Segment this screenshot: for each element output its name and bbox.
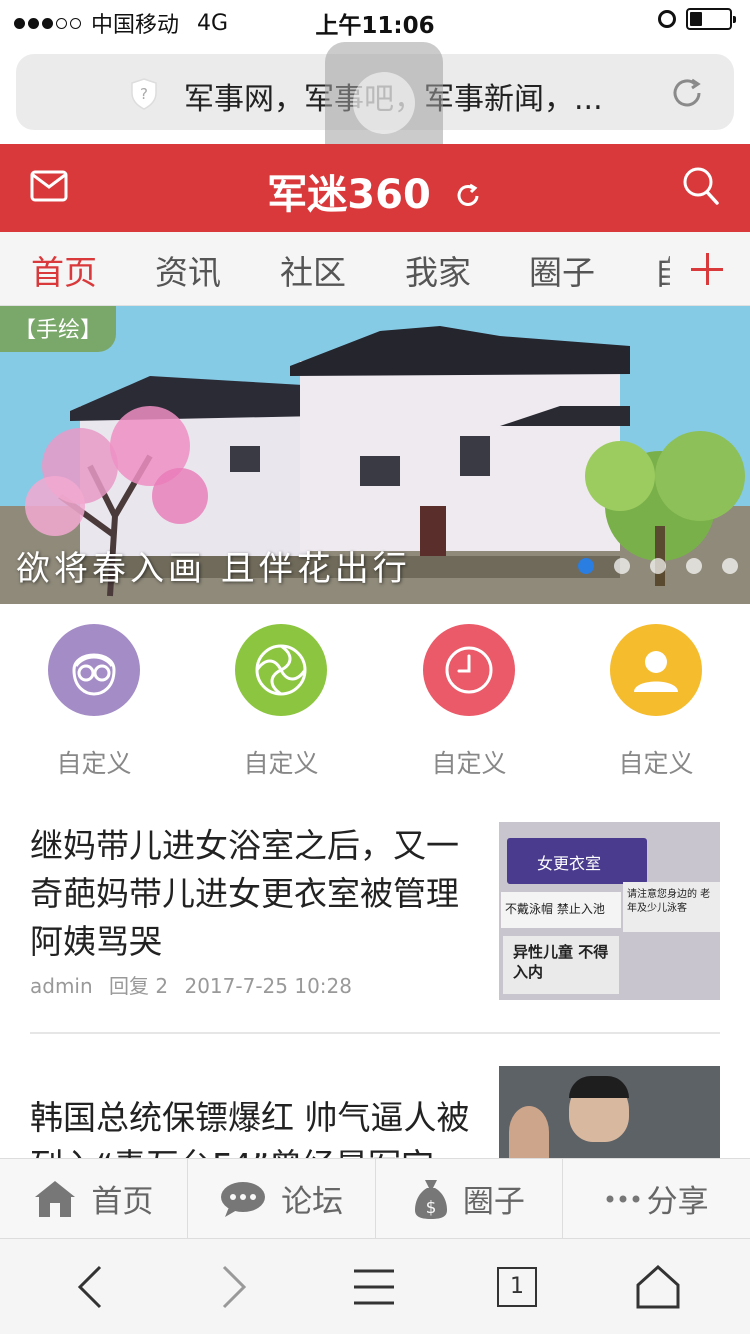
- refresh-icon[interactable]: [453, 181, 483, 211]
- browser-toolbar: 1: [0, 1238, 750, 1334]
- svg-text:$: $: [425, 1198, 436, 1218]
- add-tab-button[interactable]: [670, 232, 750, 305]
- home-icon: [35, 1180, 76, 1217]
- home-icon[interactable]: [634, 1265, 682, 1309]
- article-item[interactable]: 继妈带儿进女浴室之后，又一奇葩妈带儿进女更衣室被管理阿姨骂哭 admin 回复 …: [30, 822, 720, 1022]
- nav-home[interactable]: 首页: [0, 1159, 188, 1238]
- shortcut-label: 自定义: [243, 749, 319, 778]
- more-dots-icon: [606, 1195, 640, 1202]
- article-thumbnail[interactable]: [499, 1066, 720, 1158]
- article-author: admin: [30, 974, 93, 998]
- reload-icon[interactable]: [668, 74, 706, 112]
- carousel-dot[interactable]: [650, 558, 666, 574]
- shortcut-item[interactable]: 自定义: [399, 624, 539, 780]
- banner-caption: 欲将春入画 且伴花出行: [16, 549, 411, 589]
- sign-right: 请注意您身边的 老年及少儿泳客: [623, 882, 720, 932]
- app-bottom-nav: 首页 论坛 $ 圈子 分享: [0, 1158, 750, 1238]
- category-tabs: 首页 资讯 社区 我家 圈子 自: [0, 232, 750, 306]
- app-title-text: 军迷360: [267, 172, 431, 218]
- app-title: 军迷360: [0, 162, 750, 220]
- tab-news[interactable]: 资讯: [155, 246, 221, 294]
- app-header: 军迷360: [0, 144, 750, 232]
- status-bar: 中国移动 4G 上午11:06: [0, 0, 750, 42]
- person-glasses-icon[interactable]: [48, 624, 140, 716]
- divider: [30, 1032, 720, 1034]
- article-replies: 回复 2: [109, 974, 169, 998]
- nav-circle-label: 圈子: [462, 1184, 525, 1220]
- tab-home[interactable]: 首页: [31, 246, 97, 294]
- spiral-icon[interactable]: [235, 624, 327, 716]
- alarm-icon: [658, 10, 676, 28]
- banner-tag: 【手绘】: [0, 306, 117, 352]
- carousel-dot[interactable]: [614, 558, 630, 574]
- status-time: 上午11:06: [315, 13, 435, 39]
- article-item[interactable]: 韩国总统保镖爆红 帅气逼人被列入“青瓦台F4”曾经是军宫: [30, 1066, 720, 1158]
- article-thumbnail[interactable]: 女更衣室 不戴泳帽 禁止入池 请注意您身边的 老年及少儿泳客 异性儿童 不得入内: [499, 822, 720, 1000]
- shortcut-label: 自定义: [56, 749, 132, 778]
- sign-top: 女更衣室: [507, 838, 647, 884]
- tabs-icon[interactable]: 1: [497, 1267, 537, 1307]
- banner-carousel[interactable]: 【手绘】 欲将春入画 且伴花出行: [0, 306, 750, 604]
- nav-circle[interactable]: $ 圈子: [376, 1159, 564, 1238]
- money-bag-icon: $: [414, 1179, 447, 1219]
- menu-icon[interactable]: [350, 1265, 398, 1309]
- shortcut-item[interactable]: 自定义: [24, 624, 164, 780]
- back-icon[interactable]: [66, 1265, 114, 1309]
- carousel-dot[interactable]: [578, 558, 594, 574]
- article-date: 2017-7-25 10:28: [184, 974, 352, 998]
- shortcut-label: 自定义: [431, 749, 507, 778]
- chat-bubble-icon: [221, 1181, 266, 1217]
- carousel-indicator: [578, 558, 738, 574]
- carousel-dot[interactable]: [686, 558, 702, 574]
- clock-icon[interactable]: [423, 624, 515, 716]
- shortcut-grid: 自定义 自定义 自定义 自定义: [0, 604, 750, 800]
- status-right: [658, 8, 736, 30]
- tab-circle[interactable]: 圈子: [529, 246, 595, 294]
- article-title[interactable]: 继妈带儿进女浴室之后，又一奇葩妈带儿进女更衣室被管理阿姨骂哭: [30, 822, 480, 966]
- shortcut-item[interactable]: 自定义: [211, 624, 351, 780]
- nav-forum-label: 论坛: [281, 1184, 344, 1220]
- nav-home-label: 首页: [91, 1184, 154, 1220]
- svg-text:?: ?: [140, 85, 148, 103]
- forward-icon[interactable]: [208, 1265, 256, 1309]
- sign-mid: 不戴泳帽 禁止入池: [501, 892, 621, 928]
- search-icon[interactable]: [682, 166, 720, 206]
- shortcut-item[interactable]: 自定义: [586, 624, 726, 780]
- battery-icon: [686, 8, 736, 30]
- nav-forum[interactable]: 论坛: [188, 1159, 376, 1238]
- nav-share-label: 分享: [646, 1184, 709, 1220]
- shield-question-icon[interactable]: ?: [130, 78, 158, 110]
- nav-share[interactable]: 分享: [563, 1159, 750, 1238]
- user-icon[interactable]: [610, 624, 702, 716]
- shortcut-label: 自定义: [618, 749, 694, 778]
- article-title[interactable]: 韩国总统保镖爆红 帅气逼人被列入“青瓦台F4”曾经是军宫: [30, 1094, 480, 1158]
- browser-address-area: ? 军事网，军事吧，军事新闻，...: [0, 42, 750, 164]
- carousel-dot[interactable]: [722, 558, 738, 574]
- sign-bottom: 异性儿童 不得入内: [503, 936, 619, 994]
- tab-community[interactable]: 社区: [280, 246, 346, 294]
- tab-my-home[interactable]: 我家: [405, 246, 471, 294]
- article-meta: admin 回复 2 2017-7-25 10:28: [30, 970, 352, 999]
